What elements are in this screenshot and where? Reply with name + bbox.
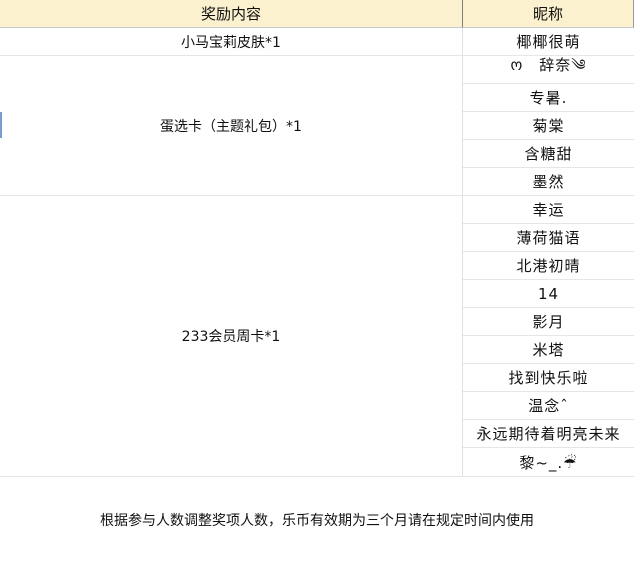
header-reward: 奖励内容 xyxy=(0,0,463,28)
nickname-cell: 北港初晴 xyxy=(463,252,634,280)
nickname-cell: 薄荷猫语 xyxy=(463,224,634,252)
nickname-cell: 永远期待着明亮未来 xyxy=(463,420,634,448)
nickname-cell: ო 辞奈༄ xyxy=(463,56,634,84)
reward-cell: 蛋选卡（主题礼包）*1 xyxy=(0,56,463,196)
header-nickname: 昵称 xyxy=(463,0,634,28)
nickname-cell: 黎~_.☔ xyxy=(463,448,634,477)
selection-edge-marker xyxy=(0,112,2,138)
nickname-cell: 含糖甜 xyxy=(463,140,634,168)
nickname-cell: 影月 xyxy=(463,308,634,336)
reward-cell: 233会员周卡*1 xyxy=(0,196,463,477)
reward-table: 奖励内容 昵称 小马宝莉皮肤*1 椰椰很萌 蛋选卡（主题礼包）*1 ო 辞奈༄ … xyxy=(0,0,634,563)
nickname-cell: 菊棠 xyxy=(463,112,634,140)
nickname-cell: 墨然 xyxy=(463,168,634,196)
nickname-cell: 找到快乐啦 xyxy=(463,364,634,392)
nickname-cell: 14 xyxy=(463,280,634,308)
nickname-cell: 温念ˆ xyxy=(463,392,634,420)
footer-note: 根据参与人数调整奖项人数，乐币有效期为三个月请在规定时间内使用 xyxy=(100,513,534,529)
nickname-cell: 幸运 xyxy=(463,196,634,224)
nickname-cell: 米塔 xyxy=(463,336,634,364)
nickname-cell: 专暑. xyxy=(463,84,634,112)
reward-cell: 小马宝莉皮肤*1 xyxy=(0,28,463,56)
